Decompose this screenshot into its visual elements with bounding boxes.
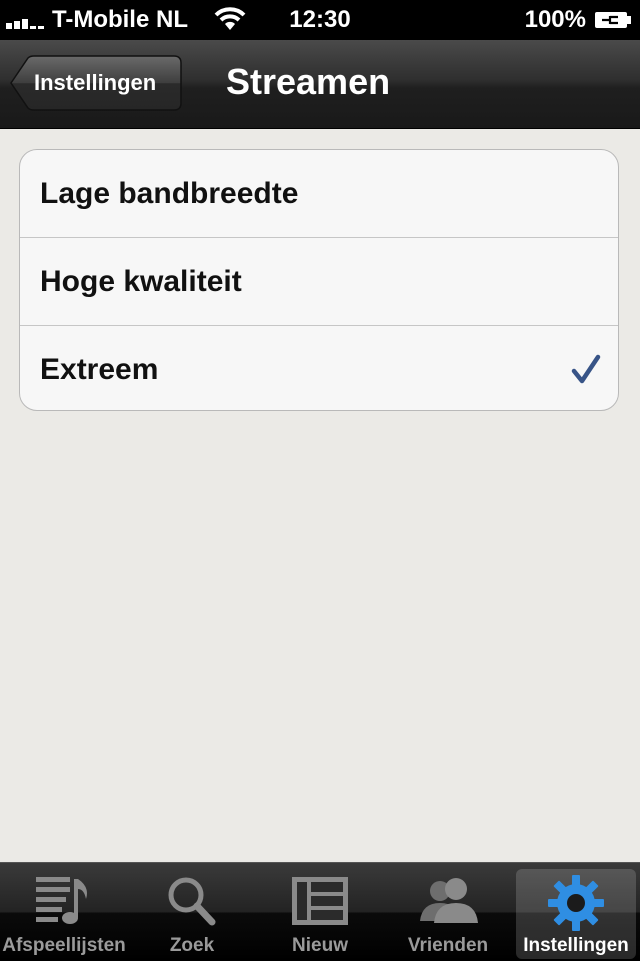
tab-label: Afspeellijsten <box>2 935 126 956</box>
option-label: Lage bandbreedte <box>40 177 299 210</box>
back-button-label: Instellingen <box>34 70 157 95</box>
battery-charging-icon <box>595 12 631 28</box>
checkmark-icon <box>571 354 601 384</box>
option-low-bandwidth[interactable]: Lage bandbreedte <box>20 150 618 238</box>
option-extreme[interactable]: Extreem <box>20 326 618 410</box>
tab-friends[interactable]: Vrienden <box>384 863 512 961</box>
back-button[interactable]: Instellingen <box>10 55 182 111</box>
option-high-quality[interactable]: Hoge kwaliteit <box>20 238 618 326</box>
tab-new[interactable]: Nieuw <box>256 863 384 961</box>
tab-label: Instellingen <box>523 935 629 956</box>
gear-icon <box>548 875 604 931</box>
battery-percent: 100% <box>524 6 586 33</box>
tab-settings[interactable]: Instellingen <box>516 869 636 959</box>
news-icon <box>292 877 348 925</box>
tab-label: Nieuw <box>292 935 348 956</box>
option-label: Extreem <box>40 353 159 386</box>
streaming-quality-list: Lage bandbreedte Hoge kwaliteit Extreem <box>19 149 619 411</box>
friends-icon <box>420 878 478 923</box>
search-icon <box>168 877 216 926</box>
tab-label: Zoek <box>169 935 215 956</box>
tab-label: Vrienden <box>407 935 489 956</box>
navigation-bar: Instellingen Streamen <box>0 40 640 129</box>
playlist-icon <box>36 877 87 924</box>
option-label: Hoge kwaliteit <box>40 265 242 298</box>
page-title: Streamen <box>226 61 391 102</box>
status-bar: T-Mobile NL 12:30 100% <box>0 0 640 40</box>
tab-playlists[interactable]: Afspeellijsten <box>0 863 128 961</box>
tab-search[interactable]: Zoek <box>128 863 256 961</box>
tab-bar: Afspeellijsten Zoek Nieuw Vrienden Inste… <box>0 862 640 961</box>
